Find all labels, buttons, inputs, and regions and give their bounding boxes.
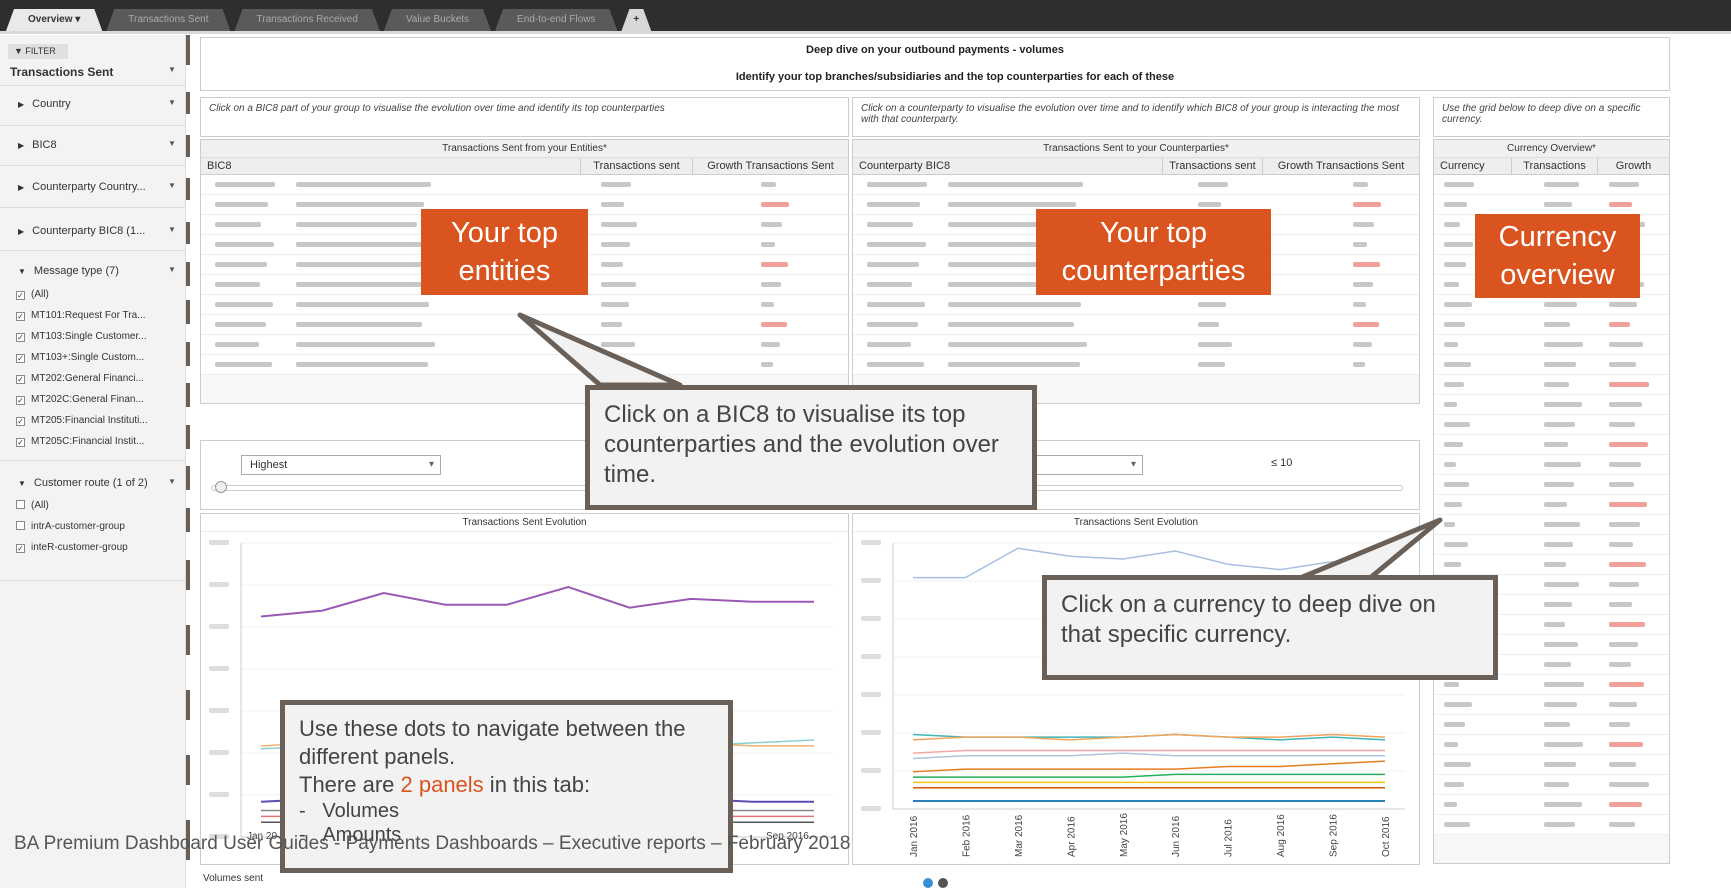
callout-bic8-tip: Click on a BIC8 to visualise its top cou… [585, 385, 1037, 510]
callout-text: There are [299, 772, 401, 797]
callout-text: Click on a currency to deep dive on that… [1061, 591, 1436, 648]
document-footer: BA Premium Dashboard User Guides - Payme… [14, 833, 851, 854]
callout-list-item: - Volumes [299, 800, 400, 822]
callout-text: Use these dots to navigate between the d… [299, 716, 686, 769]
panel-nav-dot-active[interactable] [923, 878, 933, 888]
callout-text: Click on a BIC8 to visualise its top cou… [604, 401, 999, 488]
callout-highlight: 2 panels [400, 772, 484, 797]
callout-text: in this tab: [483, 772, 591, 797]
callout-text: Volumes [322, 800, 400, 822]
callout-currency-tip: Click on a currency to deep dive on that… [1042, 575, 1498, 680]
panel-nav-dot[interactable] [938, 878, 948, 888]
callout-tail-currency [1297, 517, 1443, 581]
sheet-name-label: Volumes sent [203, 873, 264, 884]
callout-tail-bic8 [517, 312, 683, 388]
callout-panels-line: There are 2 panels in this tab: [299, 771, 714, 799]
